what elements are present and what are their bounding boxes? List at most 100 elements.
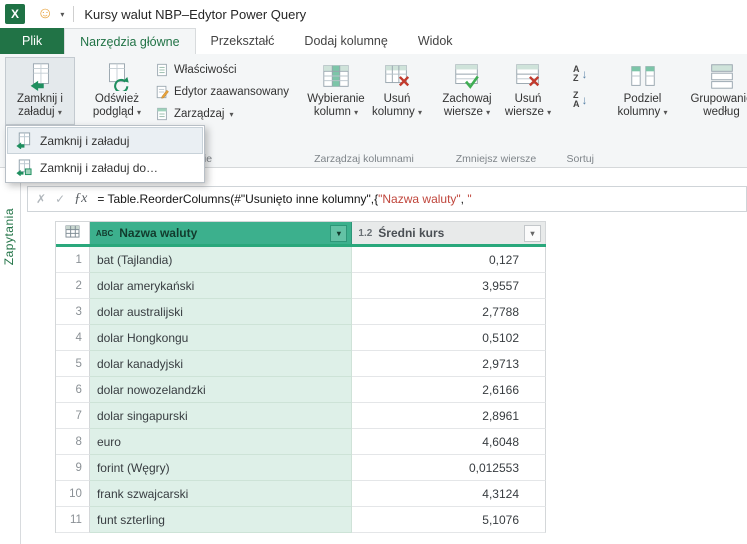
remove-columns-button[interactable]: Usuń kolumny ▾: [369, 57, 425, 125]
close-load-menu-icon: [15, 132, 32, 149]
cell-currency-name[interactable]: dolar Hongkongu: [90, 325, 352, 351]
formula-accept-icon[interactable]: ✓: [55, 192, 65, 206]
keep-rows-button[interactable]: Zachowaj wiersze ▾: [435, 57, 499, 125]
row-number[interactable]: 9: [56, 455, 90, 481]
split-column-icon: [628, 61, 658, 91]
cell-rate-value[interactable]: 0,5102: [352, 325, 546, 351]
sort-az-icon: AZ: [573, 65, 580, 83]
row-number[interactable]: 11: [56, 507, 90, 533]
group-by-icon: [707, 61, 737, 91]
cell-currency-name[interactable]: bat (Tajlandia): [90, 247, 352, 273]
cell-currency-name[interactable]: dolar amerykański: [90, 273, 352, 299]
table-row: 4 dolar Hongkongu 0,5102: [56, 325, 546, 351]
table-header-row: ABC Nazwa waluty ▾ 1.2 Średni kurs ▾: [56, 222, 546, 247]
remove-rows-button[interactable]: Usuń wiersze ▾: [499, 57, 557, 125]
tab-view[interactable]: Widok: [403, 28, 468, 54]
cell-rate-value[interactable]: 5,1076: [352, 507, 546, 533]
advanced-editor-label: Edytor zaawansowany: [174, 86, 289, 98]
close-load-icon: [25, 61, 55, 91]
table-row: 10 frank szwajcarski 4,3124: [56, 481, 546, 507]
cell-rate-value[interactable]: 4,6048: [352, 429, 546, 455]
row-number[interactable]: 7: [56, 403, 90, 429]
table-row: 9 forint (Węgry) 0,012553: [56, 455, 546, 481]
ribbon-tab-row: Plik Narzędzia główne Przekształć Dodaj …: [0, 28, 747, 54]
column-header-currency-name[interactable]: ABC Nazwa waluty ▾: [90, 222, 352, 244]
close-and-load-menu: Zamknij i załaduj Zamknij i załaduj do…: [5, 125, 205, 183]
tab-add-column[interactable]: Dodaj kolumnę: [289, 28, 402, 54]
row-number[interactable]: 5: [56, 351, 90, 377]
tab-file[interactable]: Plik: [0, 28, 64, 54]
cell-currency-name[interactable]: dolar singapurski: [90, 403, 352, 429]
split-column-label-line2: kolumny ▾: [617, 106, 667, 119]
dropdown-caret-icon: ▾: [547, 108, 551, 117]
column-label: Średni kurs: [378, 226, 518, 240]
tab-transform[interactable]: Przekształć: [196, 28, 290, 54]
cell-currency-name[interactable]: dolar australijski: [90, 299, 352, 325]
formula-cancel-icon[interactable]: ✗: [36, 192, 46, 206]
cell-rate-value[interactable]: 2,9713: [352, 351, 546, 377]
sort-descending-button[interactable]: ZA ↓: [573, 91, 588, 109]
cell-rate-value[interactable]: 0,012553: [352, 455, 546, 481]
cell-rate-value[interactable]: 3,9557: [352, 273, 546, 299]
fx-icon: ƒx: [74, 191, 87, 207]
queries-pane-label[interactable]: Zapytania: [2, 208, 16, 265]
cell-currency-name[interactable]: frank szwajcarski: [90, 481, 352, 507]
ribbon-group-reduce-rows: Zachowaj wiersze ▾ Usuń wiersze ▾ Zmniej…: [430, 54, 562, 167]
column-label: Nazwa waluty: [119, 226, 324, 240]
row-number[interactable]: 4: [56, 325, 90, 351]
keep-rows-label-line1: Zachowaj: [442, 93, 491, 106]
row-number[interactable]: 1: [56, 247, 90, 273]
queries-pane-collapsed[interactable]: ◄ Zapytania: [0, 168, 21, 544]
row-number[interactable]: 3: [56, 299, 90, 325]
title-bar: X ☺ ▾ Kursy walut NBP–Edytor Power Query: [0, 0, 747, 28]
excel-x-glyph: X: [11, 7, 19, 21]
refresh-preview-button[interactable]: Odśwież podgląd ▾: [85, 57, 149, 125]
table-row: 8 euro 4,6048: [56, 429, 546, 455]
close-and-load-button[interactable]: Zamknij i załaduj ▾: [5, 57, 75, 125]
menu-item-close-and-load-to[interactable]: Zamknij i załaduj do…: [7, 154, 203, 181]
group-by-button[interactable]: Grupowanie według: [687, 57, 747, 125]
menu-item-label: Zamknij i załaduj: [40, 134, 129, 148]
cell-rate-value[interactable]: 4,3124: [352, 481, 546, 507]
split-column-label-line1: Podziel: [624, 93, 662, 106]
table-row: 3 dolar australijski 2,7788: [56, 299, 546, 325]
smiley-feedback-icon[interactable]: ☺: [37, 6, 53, 22]
filter-dropdown-button[interactable]: ▾: [330, 225, 347, 242]
keep-rows-icon: [452, 61, 482, 91]
cell-currency-name[interactable]: dolar kanadyjski: [90, 351, 352, 377]
cell-currency-name[interactable]: dolar nowozelandzki: [90, 377, 352, 403]
manage-button[interactable]: Zarządzaj ▾: [151, 105, 293, 123]
sort-ascending-button[interactable]: AZ ↓: [573, 65, 588, 83]
quick-access-caret-icon[interactable]: ▾: [60, 10, 64, 19]
cell-currency-name[interactable]: funt szterling: [90, 507, 352, 533]
formula-string-literal: "Nazwa waluty": [378, 192, 461, 206]
dropdown-caret-icon: ▾: [664, 108, 668, 117]
row-number[interactable]: 6: [56, 377, 90, 403]
cell-rate-value[interactable]: 2,6166: [352, 377, 546, 403]
filter-dropdown-button[interactable]: ▾: [524, 225, 541, 242]
group-by-label-line1: Grupowanie: [690, 93, 747, 106]
table-row: 6 dolar nowozelandzki 2,6166: [56, 377, 546, 403]
tab-home[interactable]: Narzędzia główne: [64, 28, 195, 54]
table-menu-button[interactable]: [56, 222, 90, 244]
row-number[interactable]: 10: [56, 481, 90, 507]
menu-item-close-and-load[interactable]: Zamknij i załaduj: [7, 127, 203, 154]
choose-columns-button[interactable]: Wybieranie kolumn ▾: [303, 57, 369, 125]
properties-button[interactable]: Właściwości: [151, 61, 293, 79]
cell-rate-value[interactable]: 2,8961: [352, 403, 546, 429]
advanced-editor-button[interactable]: Edytor zaawansowany: [151, 83, 293, 101]
cell-rate-value[interactable]: 2,7788: [352, 299, 546, 325]
cell-currency-name[interactable]: forint (Węgry): [90, 455, 352, 481]
column-header-average-rate[interactable]: 1.2 Średni kurs ▾: [352, 222, 546, 244]
keep-rows-label-line2: wiersze ▾: [444, 106, 490, 119]
group-label-reduce-rows: Zmniejsz wiersze: [430, 153, 562, 165]
cell-currency-name[interactable]: euro: [90, 429, 352, 455]
row-number[interactable]: 8: [56, 429, 90, 455]
formula-input[interactable]: = Table.ReorderColumns(#"Usunięto inne k…: [97, 192, 746, 206]
remove-columns-label-line1: Usuń: [384, 93, 411, 106]
text-type-icon: ABC: [96, 229, 113, 238]
cell-rate-value[interactable]: 0,127: [352, 247, 546, 273]
split-column-button[interactable]: Podziel kolumny ▾: [611, 57, 675, 125]
row-number[interactable]: 2: [56, 273, 90, 299]
titlebar-divider: [73, 6, 74, 22]
